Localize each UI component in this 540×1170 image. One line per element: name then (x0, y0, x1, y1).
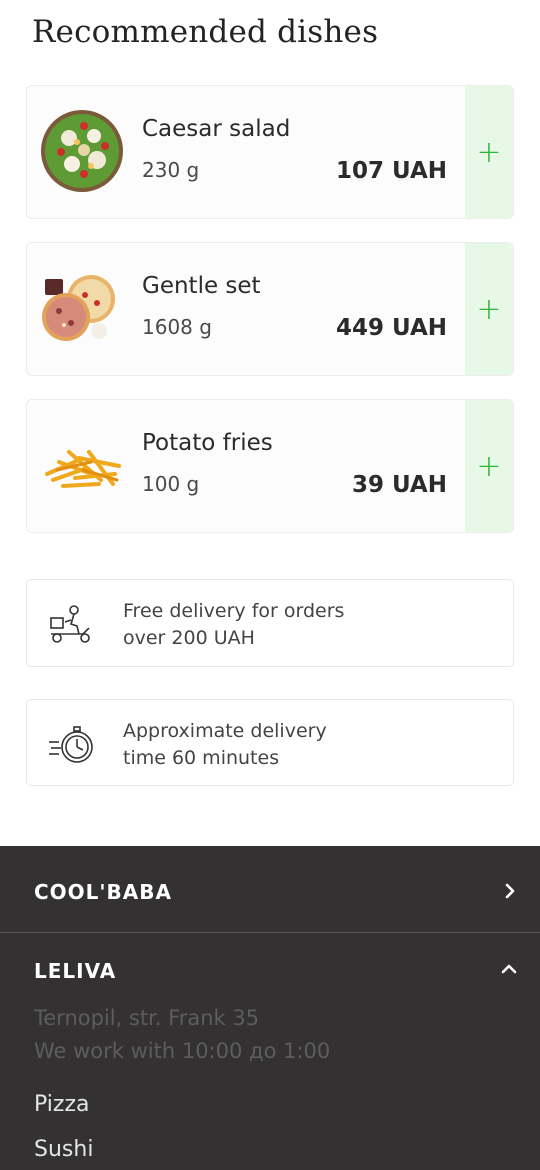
chevron-right-icon (505, 883, 515, 899)
delivery-time-info: Approximate delivery time 60 minutes (26, 699, 514, 786)
plus-icon: + (476, 134, 502, 170)
dish-card-potato-fries[interactable]: Potato fries 100 g 39 UAH + (26, 399, 514, 533)
stopwatch-icon (49, 726, 93, 763)
delivery-scooter-icon (50, 605, 90, 643)
restaurant-hours: We work with 10:00 до 1:00 (34, 1039, 331, 1063)
restaurant-name: COOL'BABA (34, 880, 172, 904)
restaurant-row-coolbaba[interactable]: COOL'BABA (0, 846, 540, 932)
dish-weight: 1608 g (142, 315, 212, 339)
dish-price: 449 UAH (335, 315, 447, 341)
dish-weight: 230 g (142, 158, 200, 182)
dish-name: Gentle set (142, 273, 261, 299)
dish-price: 107 UAH (335, 158, 447, 184)
dish-weight: 100 g (142, 472, 200, 496)
add-to-cart-button[interactable]: + (465, 86, 513, 218)
caesar-salad-image (41, 110, 123, 192)
add-to-cart-button[interactable]: + (465, 243, 513, 375)
free-delivery-text-line2: over 200 UAH (123, 627, 255, 649)
free-delivery-text-line1: Free delivery for orders (123, 600, 345, 622)
potato-fries-image (45, 450, 121, 488)
restaurant-address: Ternopil, str. Frank 35 (34, 1006, 260, 1030)
category-link-sushi[interactable]: Sushi (34, 1137, 93, 1162)
dish-card-gentle-set[interactable]: Gentle set 1608 g 449 UAH + (26, 242, 514, 376)
dish-name: Potato fries (142, 430, 273, 456)
plus-icon: + (476, 448, 502, 484)
category-link-pizza[interactable]: Pizza (34, 1092, 89, 1117)
restaurants-footer: COOL'BABA LELIVA Ternopil, str. Frank 35… (0, 846, 540, 1170)
gentle-set-image (42, 275, 115, 341)
dish-card-caesar-salad[interactable]: Caesar salad 230 g 107 UAH + (26, 85, 514, 219)
restaurant-name: LELIVA (34, 959, 117, 983)
section-title: Recommended dishes (32, 14, 379, 50)
free-delivery-info: Free delivery for orders over 200 UAH (26, 579, 514, 667)
plus-icon: + (476, 291, 502, 327)
delivery-time-text-line2: time 60 minutes (123, 747, 280, 769)
delivery-time-text-line1: Approximate delivery (123, 720, 327, 742)
add-to-cart-button[interactable]: + (465, 400, 513, 532)
dish-price: 39 UAH (351, 472, 447, 498)
chevron-up-icon (501, 964, 517, 974)
dish-name: Caesar salad (142, 116, 291, 142)
